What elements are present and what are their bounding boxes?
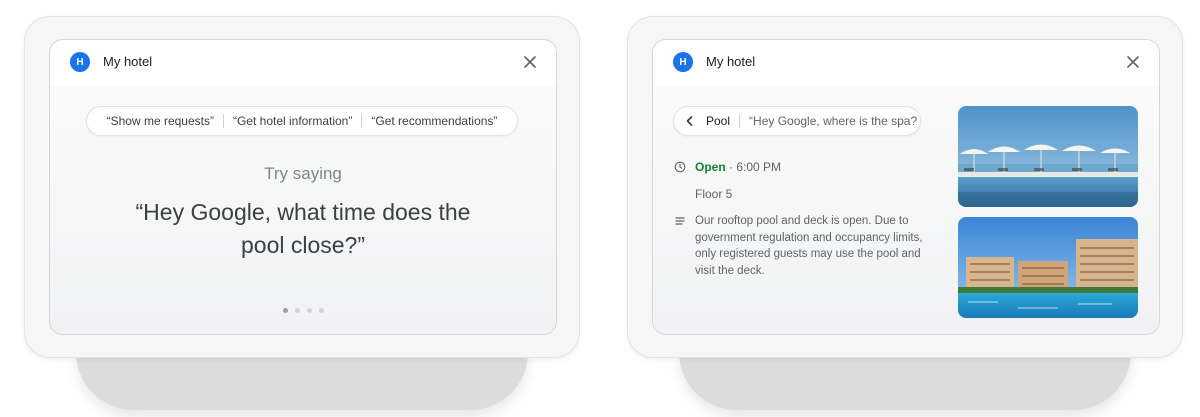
page-dot[interactable] <box>306 308 312 313</box>
pool-description: Our rooftop pool and deck is open. Due t… <box>695 215 923 277</box>
device-screen: H My hotel Pool “Hey Google, where is th… <box>652 39 1160 335</box>
app-header: H My hotel <box>653 40 1159 86</box>
close-icon[interactable] <box>1125 54 1141 70</box>
app-header: H My hotel <box>50 40 556 86</box>
hotel-avatar: H <box>673 52 693 72</box>
app-title: My hotel <box>706 54 756 69</box>
device-frame: H My hotel Pool “Hey Google, where is th… <box>627 16 1183 358</box>
rooftop-pool-photo <box>958 106 1138 207</box>
device-frame: H My hotel “Show me requests” “Get hotel… <box>24 16 580 358</box>
breadcrumb-pool[interactable]: Pool <box>706 114 730 128</box>
pagination-dots <box>50 308 556 313</box>
floor-label: Floor 5 <box>695 187 733 201</box>
suggestion-spa-query[interactable]: “Hey Google, where is the spa? <box>749 114 917 128</box>
right-smart-display: H My hotel Pool “Hey Google, where is th… <box>627 16 1183 410</box>
device-stand <box>679 352 1131 410</box>
suggestion-hotel-information[interactable]: “Get hotel information” <box>224 114 361 128</box>
suggestion-chips: “Show me requests” “Get hotel informatio… <box>86 106 518 136</box>
device-screen: H My hotel “Show me requests” “Get hotel… <box>49 39 557 335</box>
suggestion-show-requests[interactable]: “Show me requests” <box>98 114 223 128</box>
suggestion-recommendations[interactable]: “Get recommendations” <box>362 114 506 128</box>
app-title: My hotel <box>103 54 153 69</box>
opening-status: Open · 6:00 PM <box>695 160 781 174</box>
breadcrumb-bar: Pool “Hey Google, where is the spa? <box>673 106 921 136</box>
page-dot[interactable] <box>294 308 300 313</box>
example-query-line-2: pool close?” <box>240 232 366 258</box>
notes-icon <box>675 217 685 225</box>
try-saying-label: Try saying <box>264 164 342 183</box>
closing-time: 6:00 PM <box>736 160 782 174</box>
page-dot[interactable] <box>282 308 288 313</box>
resort-pool-photo <box>958 217 1138 318</box>
status-separator: · <box>725 160 737 174</box>
clock-icon <box>674 161 686 173</box>
example-query: “Hey Google, what time does the pool clo… <box>50 196 556 262</box>
chevron-left-icon[interactable] <box>684 115 696 127</box>
page-dot[interactable] <box>318 308 324 313</box>
hotel-avatar: H <box>70 52 90 72</box>
left-smart-display: H My hotel “Show me requests” “Get hotel… <box>24 16 580 410</box>
device-stand <box>76 352 528 410</box>
example-query-line-1: “Hey Google, what time does the <box>135 199 471 225</box>
open-status: Open <box>695 160 726 174</box>
close-icon[interactable] <box>522 54 538 70</box>
divider <box>739 114 741 128</box>
